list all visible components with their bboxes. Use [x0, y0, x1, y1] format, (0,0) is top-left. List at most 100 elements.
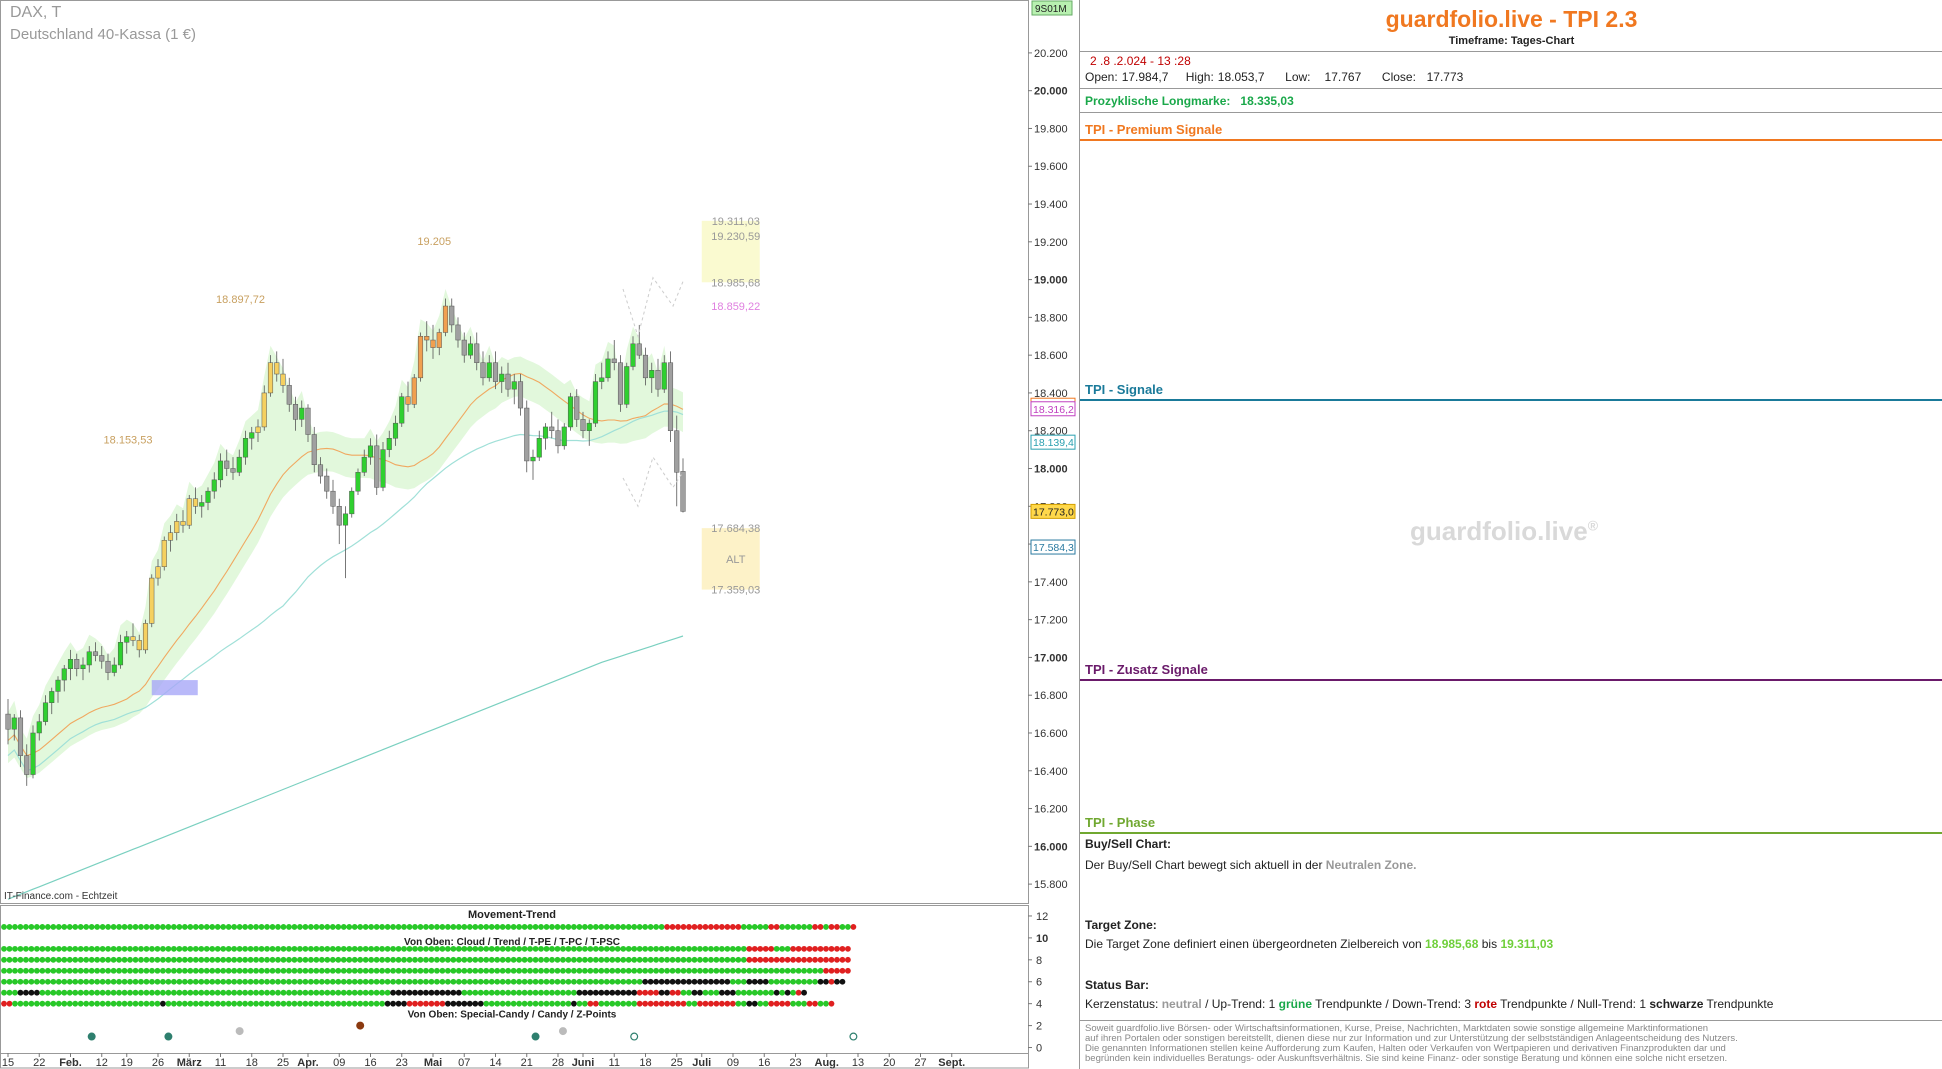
trend-dot: [198, 1000, 205, 1007]
trend-dot: [658, 1000, 665, 1007]
trend-dot: [368, 989, 375, 996]
trend-dot: [461, 956, 468, 963]
trend-dot: [170, 945, 177, 952]
trend-dot: [318, 1000, 325, 1007]
trend-dot: [494, 967, 501, 974]
trend-dot: [691, 956, 698, 963]
trend-dot: [318, 989, 325, 996]
trend-dot: [318, 945, 325, 952]
instrument-name: Deutschland 40-Kassa (1 €): [10, 26, 196, 43]
price-chart[interactable]: 18.153,53 18.897,72 19.205 19.311,03 19.230,…: [0, 0, 1078, 1069]
y-tick-label: 16.600: [1034, 728, 1068, 740]
trend-dot: [554, 956, 561, 963]
trend-dot: [444, 967, 451, 974]
trend-dot: [499, 989, 506, 996]
trend-dot: [50, 924, 57, 930]
trend-dot: [779, 989, 786, 996]
trend-dot: [450, 978, 457, 985]
trend-dot: [658, 956, 665, 963]
trend-dot: [44, 956, 51, 963]
trend-dot: [275, 989, 281, 996]
trend-dot: [384, 956, 391, 963]
x-tick-label: 25: [671, 1057, 683, 1069]
x-tick-label: Apr.: [297, 1057, 318, 1069]
trend-dot: [521, 967, 528, 974]
trend-dot: [72, 1000, 79, 1007]
trend-dot: [269, 967, 276, 974]
trend-dot: [192, 945, 199, 952]
trend-dot: [269, 978, 276, 985]
trend-dot: [127, 978, 133, 985]
trend-dot: [675, 967, 681, 974]
trend-dot: [488, 989, 495, 996]
trend-dot: [291, 956, 298, 963]
trend-dot: [751, 924, 758, 930]
trend-dot: [12, 967, 18, 974]
trend-dot: [735, 989, 742, 996]
trend-dot: [834, 967, 840, 974]
trend-dot: [598, 924, 605, 930]
trend-dot: [762, 924, 769, 930]
trend-dot: [565, 967, 572, 974]
trend-dot: [12, 1000, 18, 1007]
trend-dot: [444, 956, 451, 963]
trend-dot: [450, 989, 457, 996]
candle-body: [342, 513, 349, 526]
trend-dot: [242, 924, 249, 930]
trend-dot: [653, 956, 660, 963]
trend-dot: [686, 967, 692, 974]
trend-dot: [729, 978, 736, 985]
divider: [1080, 88, 1942, 89]
trend-dot: [121, 978, 128, 985]
trend-dot: [6, 989, 13, 996]
trend-dot: [384, 967, 391, 974]
trend-dot: [625, 967, 632, 974]
trend-dot: [746, 967, 753, 974]
trend-dot: [620, 956, 627, 963]
trend-dot: [83, 978, 90, 985]
trend-dot: [154, 924, 161, 930]
trend-dot: [12, 989, 18, 996]
section-zusatz-title: TPI - Zusatz Signale: [1085, 662, 1208, 677]
trend-dot: [231, 956, 238, 963]
trend-dot: [340, 956, 347, 963]
trend-dot: [466, 1000, 473, 1007]
candle-body: [111, 664, 117, 673]
trend-dot: [72, 956, 79, 963]
trend-dot: [729, 1000, 736, 1007]
trend-dot: [72, 989, 79, 996]
trend-dot: [779, 967, 786, 974]
trend-dot: [220, 945, 227, 952]
trend-dot: [768, 1000, 775, 1007]
trend-dot: [587, 967, 594, 974]
chart-annotation: 18.153,53: [104, 434, 153, 446]
trend-dot: [242, 989, 249, 996]
trend-dot: [477, 956, 484, 963]
trend-dot: [297, 956, 303, 963]
trend-dot: [538, 989, 544, 996]
trend-dot: [823, 956, 829, 963]
high-value: 18.053,7: [1217, 70, 1265, 84]
datetime-label: 2 .8 .2.024 - 13 :28: [1090, 54, 1191, 68]
trend-dot: [302, 989, 309, 996]
trend-dot: [735, 978, 742, 985]
buysell-title: Buy/Sell Chart:: [1085, 837, 1172, 851]
trend-dot: [203, 945, 210, 952]
trend-dot: [653, 978, 660, 985]
candle-body: [580, 419, 586, 431]
chart-annotation: 17.359,03: [711, 585, 760, 597]
candle-body: [392, 422, 399, 439]
trend-dot: [494, 924, 501, 930]
trend-dot: [324, 989, 331, 996]
trend-dot: [160, 989, 166, 996]
chart-annotation: 18.897,72: [216, 294, 265, 306]
chart-panel[interactable]: 18.153,53 18.897,72 19.205 19.311,03 19.230,…: [0, 0, 1078, 1069]
x-tick-label: 14: [489, 1057, 501, 1069]
trend-dot: [488, 956, 495, 963]
trend-dot: [718, 978, 725, 985]
trend-dot: [702, 956, 709, 963]
trend-dot: [198, 989, 205, 996]
trend-dot: [357, 967, 364, 974]
chart-annotation: 18.985,68: [711, 277, 760, 289]
trend-dot: [192, 989, 199, 996]
